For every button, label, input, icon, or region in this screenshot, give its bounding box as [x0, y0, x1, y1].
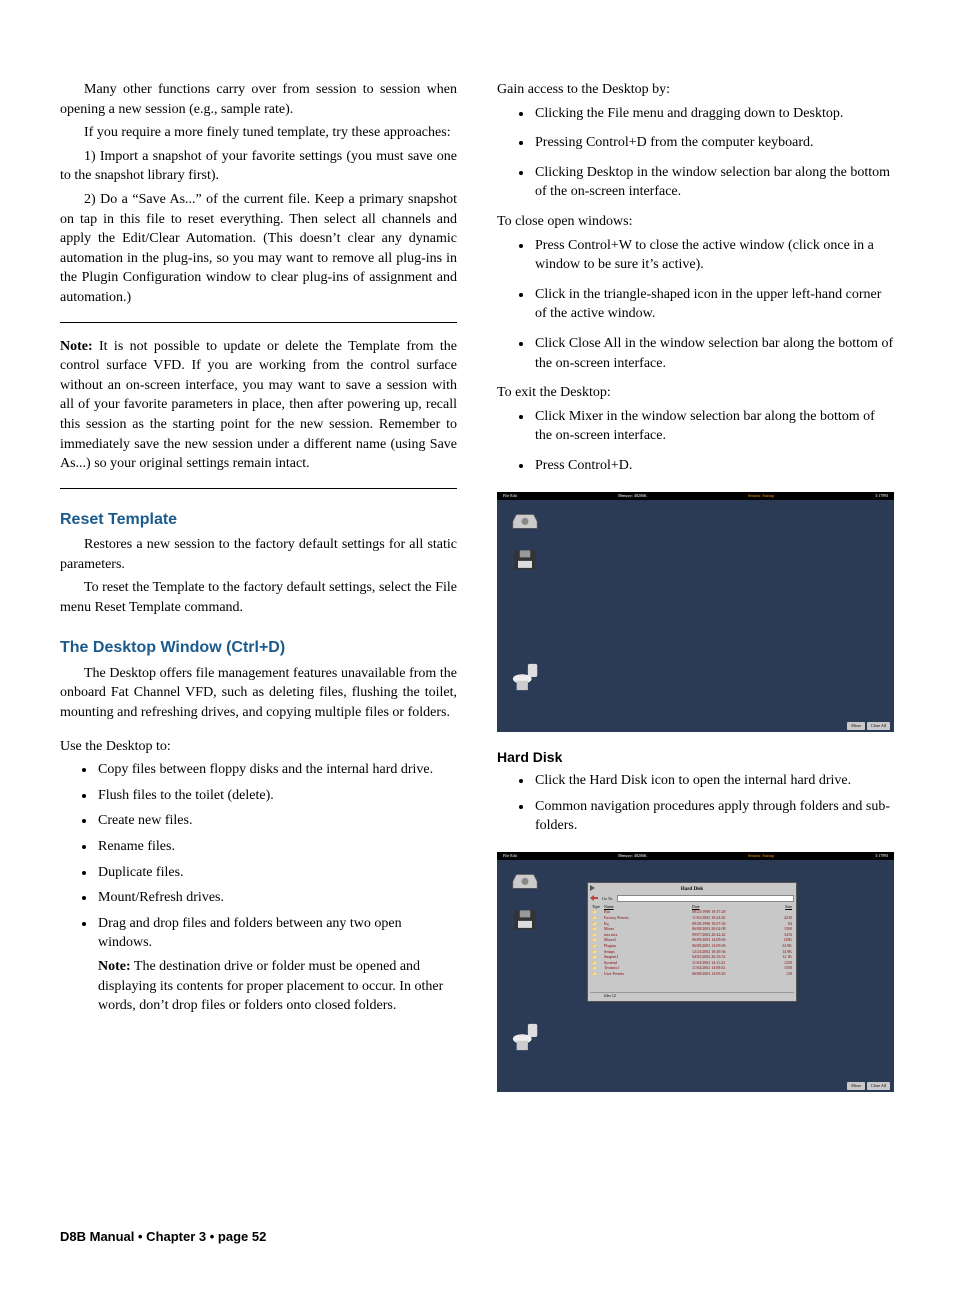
- divider: [60, 488, 457, 489]
- file-browser-window[interactable]: Hard Disk Go To: Type Name Date Size 📁Bi…: [587, 882, 797, 1002]
- file-list-body: 📁Bin08/23/1998 19:37:28📁Factory Presets1…: [590, 909, 794, 992]
- list-item: Create new files.: [96, 811, 457, 831]
- exit-desktop-list: Click Mixer in the window selection bar …: [497, 407, 894, 476]
- lead-in: To close open windows:: [497, 212, 894, 232]
- list-item: Click in the triangle-shaped icon in the…: [533, 285, 894, 324]
- file-list-footer: files 12: [590, 992, 794, 999]
- note-label: Note:: [98, 959, 131, 974]
- note-body: The destination drive or folder must be …: [98, 959, 443, 1013]
- divider: [60, 322, 457, 323]
- list-item: Mount/Refresh drives.: [96, 888, 457, 908]
- list-item: Rename files.: [96, 837, 457, 857]
- menubar-session: Session: Startup: [748, 853, 774, 859]
- list-item: Pressing Control+D from the computer key…: [533, 133, 894, 153]
- figure-menubar: File Edit Memory: 48206K Session: Startu…: [497, 492, 894, 500]
- up-folder-icon[interactable]: [590, 895, 598, 901]
- menubar-clock: 3:17PM: [875, 493, 888, 499]
- list-item: Drag and drop files and folders between …: [96, 914, 457, 1016]
- hard-disk-list: Click the Hard Disk icon to open the int…: [497, 771, 894, 836]
- close-windows-list: Press Control+W to close the active wind…: [497, 236, 894, 374]
- figure-bottom-bar: Mixer Close All: [847, 722, 890, 730]
- toilet-icon[interactable]: [511, 662, 541, 692]
- figure-menubar: File Edit Memory: 48206K Session: Startu…: [497, 852, 894, 860]
- menubar-left: File Edit: [503, 493, 517, 499]
- hard-disk-icon[interactable]: [511, 512, 539, 536]
- menubar-left: File Edit: [503, 853, 517, 859]
- para: If you require a more finely tuned templ…: [60, 123, 457, 143]
- toilet-icon[interactable]: [511, 1022, 541, 1052]
- list-item: Press Control+W to close the active wind…: [533, 236, 894, 275]
- close-all-button[interactable]: Close All: [867, 1082, 890, 1090]
- hard-disk-icon[interactable]: [511, 872, 539, 896]
- list-item: Copy files between floppy disks and the …: [96, 760, 457, 780]
- list-item: Click Mixer in the window selection bar …: [533, 407, 894, 446]
- note-label: Note:: [60, 339, 93, 354]
- list-item: Common navigation procedures apply throu…: [533, 797, 894, 836]
- left-column: Many other functions carry over from ses…: [60, 80, 457, 1108]
- close-triangle-icon[interactable]: [590, 885, 595, 891]
- list-item: Click the Hard Disk icon to open the int…: [533, 771, 894, 791]
- desktop-screenshot-1: File Edit Memory: 48206K Session: Startu…: [497, 492, 894, 732]
- lead-in: Gain access to the Desktop by:: [497, 80, 894, 100]
- menubar-memory: Memory: 48206K: [618, 853, 647, 859]
- para: Many other functions carry over from ses…: [60, 80, 457, 119]
- para: The Desktop offers file management featu…: [60, 664, 457, 723]
- close-all-button[interactable]: Close All: [867, 722, 890, 730]
- list-item: Clicking Desktop in the window selection…: [533, 163, 894, 202]
- right-column: Gain access to the Desktop by: Clicking …: [497, 80, 894, 1108]
- note-block: Note: It is not possible to update or de…: [60, 337, 457, 474]
- mixer-button[interactable]: Mixer: [847, 722, 865, 730]
- goto-label: Go To:: [602, 896, 613, 902]
- menubar-memory: Memory: 48206K: [618, 493, 647, 499]
- figure-bottom-bar: Mixer Close All: [847, 1082, 890, 1090]
- menubar-session: Session: Startup: [748, 493, 774, 499]
- lead-in: To exit the Desktop:: [497, 383, 894, 403]
- file-row[interactable]: 📁User Presets06/08/2003 14:09:20120: [590, 971, 794, 977]
- list-item-text: Drag and drop files and folders between …: [98, 916, 402, 951]
- desktop-use-list: Copy files between floppy disks and the …: [60, 760, 457, 1016]
- goto-input[interactable]: [617, 895, 794, 902]
- mixer-button[interactable]: Mixer: [847, 1082, 865, 1090]
- heading-desktop-window: The Desktop Window (Ctrl+D): [60, 637, 457, 659]
- heading-reset-template: Reset Template: [60, 509, 457, 531]
- para: 1) Import a snapshot of your favorite se…: [60, 147, 457, 186]
- lead-in: Use the Desktop to:: [60, 737, 457, 757]
- list-item: Press Control+D.: [533, 456, 894, 476]
- floppy-disk-icon[interactable]: [511, 548, 539, 572]
- para: Restores a new session to the factory de…: [60, 535, 457, 574]
- list-item: Clicking the File menu and dragging down…: [533, 104, 894, 124]
- note-body: It is not possible to update or delete t…: [60, 339, 457, 472]
- list-item: Flush files to the toilet (delete).: [96, 786, 457, 806]
- para: 2) Do a “Save As...” of the current file…: [60, 190, 457, 308]
- goto-row: Go To:: [590, 895, 794, 902]
- gain-access-list: Clicking the File menu and dragging down…: [497, 104, 894, 202]
- menubar-clock: 3:17PM: [875, 853, 888, 859]
- desktop-screenshot-2: File Edit Memory: 48206K Session: Startu…: [497, 852, 894, 1092]
- page-footer: D8B Manual • Chapter 3 • page 52: [60, 1228, 894, 1246]
- heading-hard-disk: Hard Disk: [497, 748, 894, 768]
- floppy-disk-icon[interactable]: [511, 908, 539, 932]
- list-item: Click Close All in the window selection …: [533, 334, 894, 373]
- para: To reset the Template to the factory def…: [60, 578, 457, 617]
- sub-note: Note: The destination drive or folder mu…: [98, 957, 457, 1016]
- file-window-title: Hard Disk: [590, 885, 794, 894]
- list-item: Duplicate files.: [96, 863, 457, 883]
